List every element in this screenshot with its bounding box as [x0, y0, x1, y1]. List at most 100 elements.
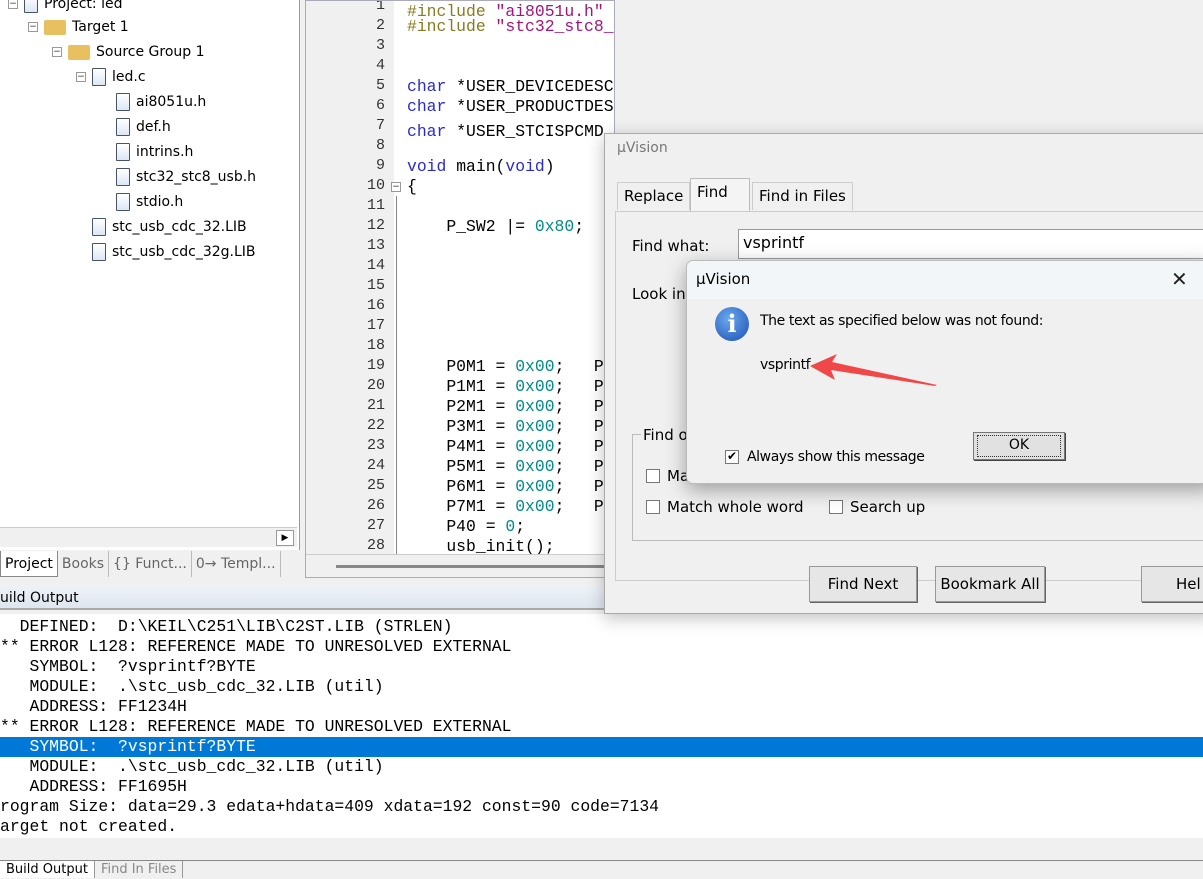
code-line: P_SW2 |= 0x80;	[407, 217, 585, 236]
tree-item-label: def.h	[136, 119, 171, 135]
project-tab[interactable]: Project	[0, 551, 58, 577]
tree-item-label: Project: led	[44, 0, 123, 12]
output-line[interactable]: ADDRESS: FF1234H	[0, 697, 1203, 717]
project-tab[interactable]: Books	[58, 551, 110, 577]
tab-find[interactable]: Find	[690, 178, 750, 212]
line-number: 20	[366, 377, 385, 394]
ok-label: OK	[1008, 437, 1030, 453]
output-tab[interactable]: Find In Files	[95, 861, 184, 878]
tree-item[interactable]: − Project: led	[8, 0, 122, 15]
project-tab[interactable]: {} Funct...	[109, 551, 192, 577]
project-tab[interactable]: 0→ Templ...	[192, 551, 281, 577]
collapse-icon[interactable]: −	[76, 72, 86, 82]
line-number: 22	[366, 417, 385, 434]
file-icon	[24, 0, 38, 13]
annotation-arrow	[810, 354, 937, 386]
find-next-button[interactable]: Find Next	[809, 566, 917, 602]
tree-item-label: led.c	[112, 69, 146, 85]
find-dialog-title: µVision	[617, 140, 668, 156]
output-tab[interactable]: Build Output	[0, 861, 95, 878]
project-tabs: Project Books{} Funct... 0→ Templ...	[0, 550, 300, 578]
output-tabs: Build Output Find In Files	[0, 860, 1203, 878]
line-number: 10	[366, 177, 385, 194]
tree-item-label: ai8051u.h	[136, 94, 207, 110]
code-line: P6M1 = 0x00; P	[407, 477, 604, 496]
tree-item[interactable]: − led.c	[76, 66, 146, 88]
output-line[interactable]: SYMBOL: ?vsprintf?BYTE	[0, 657, 1203, 677]
editor-horizontal-scrollbar[interactable]	[306, 554, 614, 577]
line-number: 21	[366, 397, 385, 414]
bookmark-all-button[interactable]: Bookmark All	[935, 566, 1045, 602]
line-number: 12	[366, 217, 385, 234]
project-horizontal-scrollbar[interactable]: ▶	[0, 527, 297, 547]
tree-item[interactable]: def.h	[100, 116, 171, 138]
output-line[interactable]: MODULE: .\stc_usb_cdc_32.LIB (util)	[0, 757, 1203, 777]
tree-item[interactable]: − Target 1	[28, 16, 129, 38]
line-number: 6	[375, 97, 385, 114]
build-output-panel[interactable]: DEFINED: D:\KEIL\C251\LIB\C2ST.LIB (STRL…	[0, 614, 1203, 838]
file-icon	[116, 143, 130, 161]
close-icon[interactable]: ✕	[1171, 267, 1188, 291]
code-editor[interactable]: 1#include "ai8051u.h" //调用头文件2#include "…	[305, 0, 615, 578]
always-show-label: Always show this message	[747, 449, 925, 465]
output-line[interactable]: rogram Size: data=29.3 edata+hdata=409 x…	[0, 797, 1203, 817]
line-number: 15	[366, 277, 385, 294]
tree-item[interactable]: stdio.h	[100, 191, 183, 213]
file-icon	[116, 168, 130, 186]
code-line: P7M1 = 0x00; P	[407, 497, 604, 516]
find-what-input[interactable]: vsprintf	[738, 229, 1203, 259]
match-whole-word-label: Match whole word	[667, 498, 804, 516]
line-number: 3	[375, 37, 385, 54]
look-in-label: Look in	[632, 285, 686, 303]
line-number: 27	[366, 517, 385, 534]
output-line[interactable]: ** ERROR L128: REFERENCE MADE TO UNRESOL…	[0, 637, 1203, 657]
tab-replace[interactable]: Replace	[617, 182, 691, 210]
output-line[interactable]: arget not created.	[0, 817, 1203, 837]
line-number: 24	[366, 457, 385, 474]
scroll-right-arrow[interactable]: ▶	[276, 530, 294, 546]
output-line[interactable]: SYMBOL: ?vsprintf?BYTE	[0, 737, 1203, 757]
tree-item[interactable]: stc_usb_cdc_32.LIB	[76, 216, 247, 238]
match-case-checkbox[interactable]	[646, 469, 660, 483]
tab-find-in-files[interactable]: Find in Files	[752, 182, 853, 210]
line-number: 18	[366, 337, 385, 354]
tree-item[interactable]: stc_usb_cdc_32g.LIB	[76, 241, 256, 263]
line-number: 1	[375, 0, 385, 14]
output-line[interactable]: DEFINED: D:\KEIL\C251\LIB\C2ST.LIB (STRL…	[0, 617, 1203, 637]
tree-item-label: intrins.h	[136, 144, 194, 160]
collapse-icon[interactable]: −	[28, 22, 38, 32]
code-line: char *USER_DEVICEDESC = NULL;	[407, 77, 614, 96]
output-line[interactable]: ADDRESS: FF1695H	[0, 777, 1203, 797]
file-icon	[92, 68, 106, 86]
always-show-checkbox[interactable]: ✔	[725, 450, 739, 464]
line-number: 9	[375, 157, 385, 174]
collapse-icon[interactable]: −	[8, 0, 18, 9]
code-line: P0M1 = 0x00; P	[407, 357, 604, 376]
output-line[interactable]: MODULE: .\stc_usb_cdc_32.LIB (util)	[0, 677, 1203, 697]
tree-item[interactable]: stc32_stc8_usb.h	[100, 166, 256, 188]
help-button[interactable]: Hel	[1141, 566, 1203, 602]
code-line: P40 = 0;	[407, 517, 526, 536]
folder-icon	[68, 44, 90, 60]
tree-item[interactable]: intrins.h	[100, 141, 193, 163]
fold-icon[interactable]: −	[391, 182, 401, 192]
tree-item[interactable]: ai8051u.h	[100, 91, 206, 113]
search-up-checkbox[interactable]	[829, 500, 843, 514]
match-whole-word-checkbox[interactable]	[646, 500, 660, 514]
info-icon: i	[715, 307, 749, 341]
output-line[interactable]: ** ERROR L128: REFERENCE MADE TO UNRESOL…	[0, 717, 1203, 737]
tree-item[interactable]: − Source Group 1	[52, 41, 205, 63]
collapse-icon[interactable]: −	[52, 47, 62, 57]
output-horizontal-scrollbar[interactable]	[0, 838, 1203, 860]
line-number: 5	[375, 77, 385, 94]
code-line: #include "stc32_stc8_usb.h"	[407, 17, 614, 36]
file-icon	[116, 193, 130, 211]
ok-button[interactable]: OK	[973, 432, 1065, 460]
file-icon	[92, 218, 106, 236]
line-number: 26	[366, 497, 385, 514]
code-line: {	[407, 177, 417, 196]
line-number: 19	[366, 357, 385, 374]
line-number: 4	[375, 57, 385, 74]
search-up-label: Search up	[850, 498, 926, 516]
tree-item-label: Target 1	[72, 19, 129, 35]
